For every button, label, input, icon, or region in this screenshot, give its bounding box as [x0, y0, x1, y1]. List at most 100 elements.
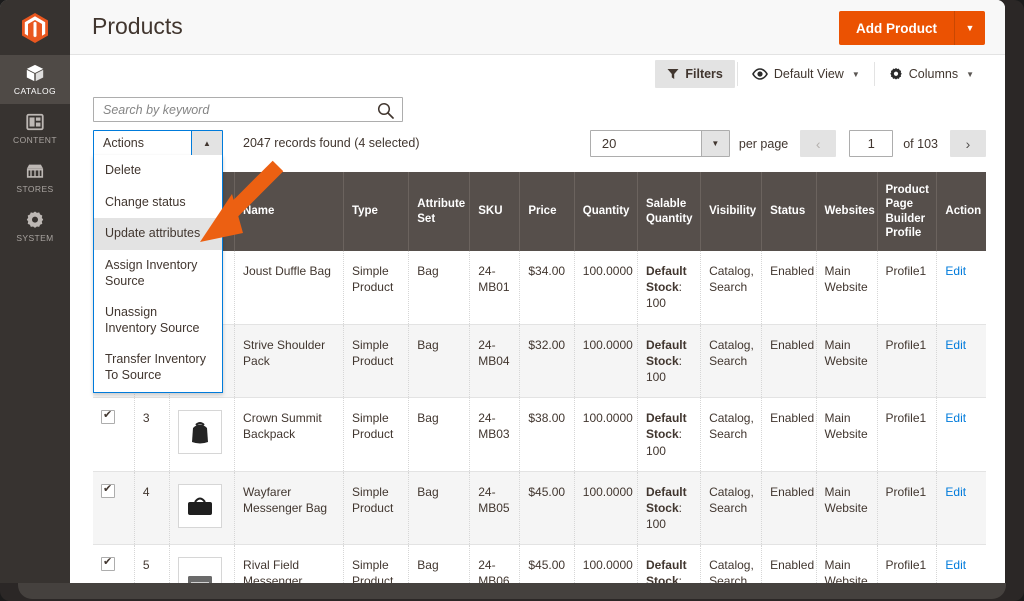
row-checkbox[interactable]	[101, 482, 115, 498]
sidebar-item-label: CONTENT	[13, 135, 57, 145]
products-grid: ID Thumbnail Name Type Attribute Set SKU…	[93, 172, 986, 583]
layout-icon	[26, 113, 44, 131]
actions-label: Actions	[103, 136, 144, 150]
pagination-controls: 20 ▼ per page ‹ of 103 ›	[589, 130, 986, 157]
sidebar-item-label: CATALOG	[13, 86, 57, 96]
cell-action: Edit	[937, 398, 986, 472]
cell-type: Simple Product	[343, 251, 410, 325]
column-header-status[interactable]: Status	[761, 172, 817, 251]
row-select-cell[interactable]	[93, 397, 135, 472]
sidebar-item-stores[interactable]: STORES	[0, 153, 70, 202]
cell-name: Joust Duffle Bag	[234, 251, 344, 325]
column-header-websites[interactable]: Websites	[816, 172, 878, 251]
table-row[interactable]: 3 Crown Summit BackpackSimple ProductBag2…	[93, 397, 986, 472]
row-select-cell[interactable]	[93, 471, 135, 545]
cell-salable-quantity: Default Stock: 100	[637, 251, 702, 325]
cell-profile: Profile1	[877, 251, 938, 325]
cell-visibility: Catalog, Search	[700, 471, 763, 545]
table-row[interactable]: 4 Wayfarer Messenger BagSimple ProductBag…	[93, 471, 986, 545]
actions-button[interactable]: Actions ▲	[93, 130, 223, 156]
page-number-input[interactable]	[849, 130, 894, 157]
frame-shadow	[18, 583, 1006, 599]
edit-link[interactable]: Edit	[945, 411, 966, 425]
search-input[interactable]	[103, 98, 363, 121]
backpack-thumb	[177, 410, 222, 455]
column-header-attribute-set[interactable]: Attribute Set	[408, 172, 471, 251]
actions-menu-item-transfer-inventory-to-source[interactable]: Transfer Inventory To Source	[94, 344, 222, 391]
table-row[interactable]: 2Strive Shoulder PackSimple ProductBag24…	[93, 324, 986, 398]
cell-type: Simple Product	[343, 397, 410, 472]
cell-sku: 24-MB04	[469, 324, 521, 398]
previous-page-button[interactable]: ‹	[800, 130, 837, 157]
cell-name: Rival Field Messenger	[234, 544, 344, 583]
cell-profile: Profile1	[877, 397, 938, 472]
box-icon	[26, 64, 44, 82]
sidebar-item-label: STORES	[16, 184, 54, 194]
edit-link[interactable]: Edit	[945, 485, 966, 499]
actions-menu-item-delete[interactable]: Delete	[94, 155, 222, 187]
cell-salable-quantity: Default Stock: 100	[637, 397, 702, 472]
cell-websites: Main Website	[816, 251, 878, 325]
edit-link[interactable]: Edit	[945, 264, 966, 278]
column-header-type[interactable]: Type	[343, 172, 410, 251]
cell-price: $45.00	[519, 471, 575, 545]
page-header: Products Add Product ▼	[70, 0, 1005, 55]
cell-attribute-set: Bag	[408, 544, 471, 583]
sidebar-item-system[interactable]: SYSTEM	[0, 202, 70, 251]
edit-link[interactable]: Edit	[945, 558, 966, 572]
cell-quantity: 100.0000	[574, 544, 638, 583]
column-header-visibility[interactable]: Visibility	[700, 172, 763, 251]
cell-profile: Profile1	[877, 471, 938, 545]
actions-dropdown: Actions ▲ Delete Change status Update at…	[93, 130, 223, 393]
default-view-button[interactable]: Default View ▼	[740, 60, 872, 88]
actions-menu-item-change-status[interactable]: Change status	[94, 187, 222, 219]
chevron-up-icon[interactable]: ▲	[191, 131, 222, 155]
cell-sku: 24-MB01	[469, 251, 521, 325]
per-page-select[interactable]: 20 ▼	[589, 130, 730, 157]
row-select-cell[interactable]	[93, 544, 135, 583]
chevron-down-icon[interactable]: ▼	[955, 11, 985, 45]
magento-logo[interactable]	[0, 0, 70, 55]
actions-menu-item-update-attributes[interactable]: Update attributes	[94, 218, 222, 250]
actions-menu-item-unassign-inventory-source[interactable]: Unassign Inventory Source	[94, 297, 222, 344]
cell-sku: 24-MB03	[469, 397, 521, 472]
add-product-button[interactable]: Add Product ▼	[839, 11, 985, 45]
sidebar-item-content[interactable]: CONTENT	[0, 104, 70, 153]
chevron-down-icon: ▼	[966, 69, 974, 79]
admin-sidebar: CATALOG CONTENT STORES SYSTEM	[0, 0, 70, 583]
column-header-salable-quantity[interactable]: Salable Quantity	[637, 172, 702, 251]
row-checkbox[interactable]	[101, 408, 115, 425]
cell-thumbnail	[169, 397, 236, 472]
table-row[interactable]: 5 Rival Field MessengerSimple ProductBag2…	[93, 544, 986, 583]
edit-link[interactable]: Edit	[945, 338, 966, 352]
toolbar-divider	[873, 62, 875, 86]
cell-quantity: 100.0000	[574, 397, 638, 472]
filters-button[interactable]: Filters	[655, 60, 735, 88]
cell-price: $32.00	[519, 324, 575, 398]
search-icon[interactable]	[377, 102, 394, 119]
cell-attribute-set: Bag	[408, 471, 471, 545]
table-body: 1Joust Duffle BagSimple ProductBag24-MB0…	[93, 251, 986, 583]
column-header-name[interactable]: Name	[234, 172, 344, 251]
column-header-profile[interactable]: Product Page Builder Profile	[877, 172, 938, 251]
chevron-down-icon: ▼	[700, 131, 729, 156]
default-view-label: Default View	[773, 67, 844, 81]
next-page-button[interactable]: ›	[950, 130, 986, 157]
total-pages-label: of 103	[903, 136, 938, 151]
column-header-action[interactable]: Action	[936, 172, 986, 251]
sidebar-item-catalog[interactable]: CATALOG	[0, 55, 70, 104]
cell-websites: Main Website	[816, 324, 878, 398]
table-row[interactable]: 1Joust Duffle BagSimple ProductBag24-MB0…	[93, 251, 986, 325]
products-table: ID Thumbnail Name Type Attribute Set SKU…	[93, 172, 986, 583]
column-header-price[interactable]: Price	[519, 172, 575, 251]
cell-id: 3	[134, 397, 170, 472]
cell-status: Enabled	[761, 251, 817, 325]
row-checkbox[interactable]	[101, 555, 115, 572]
columns-button[interactable]: Columns ▼	[877, 60, 986, 88]
column-header-quantity[interactable]: Quantity	[574, 172, 638, 251]
column-header-sku[interactable]: SKU	[469, 172, 521, 251]
actions-menu: Delete Change status Update attributes A…	[93, 155, 223, 393]
actions-menu-item-assign-inventory-source[interactable]: Assign Inventory Source	[94, 250, 222, 297]
search-box	[93, 97, 403, 122]
cell-status: Enabled	[761, 397, 817, 472]
